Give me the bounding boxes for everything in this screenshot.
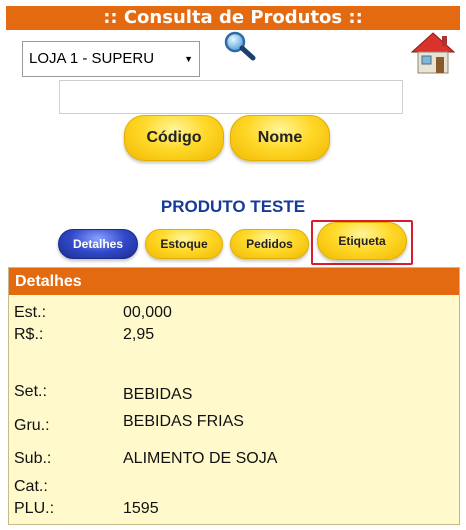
detail-label-plu: PLU.: bbox=[14, 500, 55, 517]
detail-label-subgrupo: Sub.: bbox=[14, 450, 52, 467]
product-name: PRODUTO TESTE bbox=[160, 197, 306, 216]
detail-value-setor: BEBIDAS bbox=[123, 386, 193, 403]
magnifier-search-icon[interactable] bbox=[220, 30, 260, 64]
details-panel-title: Detalhes bbox=[9, 268, 459, 295]
tab-estoque[interactable]: Estoque bbox=[145, 229, 223, 259]
store-select-value: LOJA 1 - SUPERU bbox=[29, 50, 155, 67]
detail-value-subgrupo: ALIMENTO DE SOJA bbox=[123, 450, 278, 467]
store-select[interactable]: LOJA 1 - SUPERU ▼ bbox=[22, 41, 200, 77]
search-by-code-button[interactable]: Código bbox=[124, 115, 224, 161]
tab-detalhes[interactable]: Detalhes bbox=[58, 229, 138, 259]
tab-pedidos[interactable]: Pedidos bbox=[230, 229, 309, 259]
home-icon[interactable] bbox=[408, 30, 458, 76]
detail-value-plu: 1595 bbox=[123, 500, 159, 517]
detail-value-grupo: BEBIDAS FRIAS bbox=[123, 413, 244, 430]
page-title: :: Consulta de Produtos :: bbox=[6, 6, 460, 30]
detail-label-estoque: Est.: bbox=[14, 304, 47, 321]
search-by-name-button[interactable]: Nome bbox=[230, 115, 330, 161]
detail-label-categoria: Cat.: bbox=[14, 478, 48, 495]
dropdown-arrow-icon: ▼ bbox=[184, 54, 193, 64]
product-search-input[interactable] bbox=[59, 80, 403, 114]
detail-value-estoque: 00,000 bbox=[123, 304, 172, 321]
detail-value-preco: 2,95 bbox=[123, 326, 155, 343]
detail-label-grupo: Gru.: bbox=[14, 417, 50, 434]
tab-etiqueta[interactable]: Etiqueta bbox=[317, 222, 407, 260]
detail-label-setor: Set.: bbox=[14, 383, 47, 400]
details-panel: Detalhes Est.: 00,000 R$.: 2,95 Set.: BE… bbox=[8, 267, 460, 525]
detail-label-preco: R$.: bbox=[14, 326, 44, 343]
